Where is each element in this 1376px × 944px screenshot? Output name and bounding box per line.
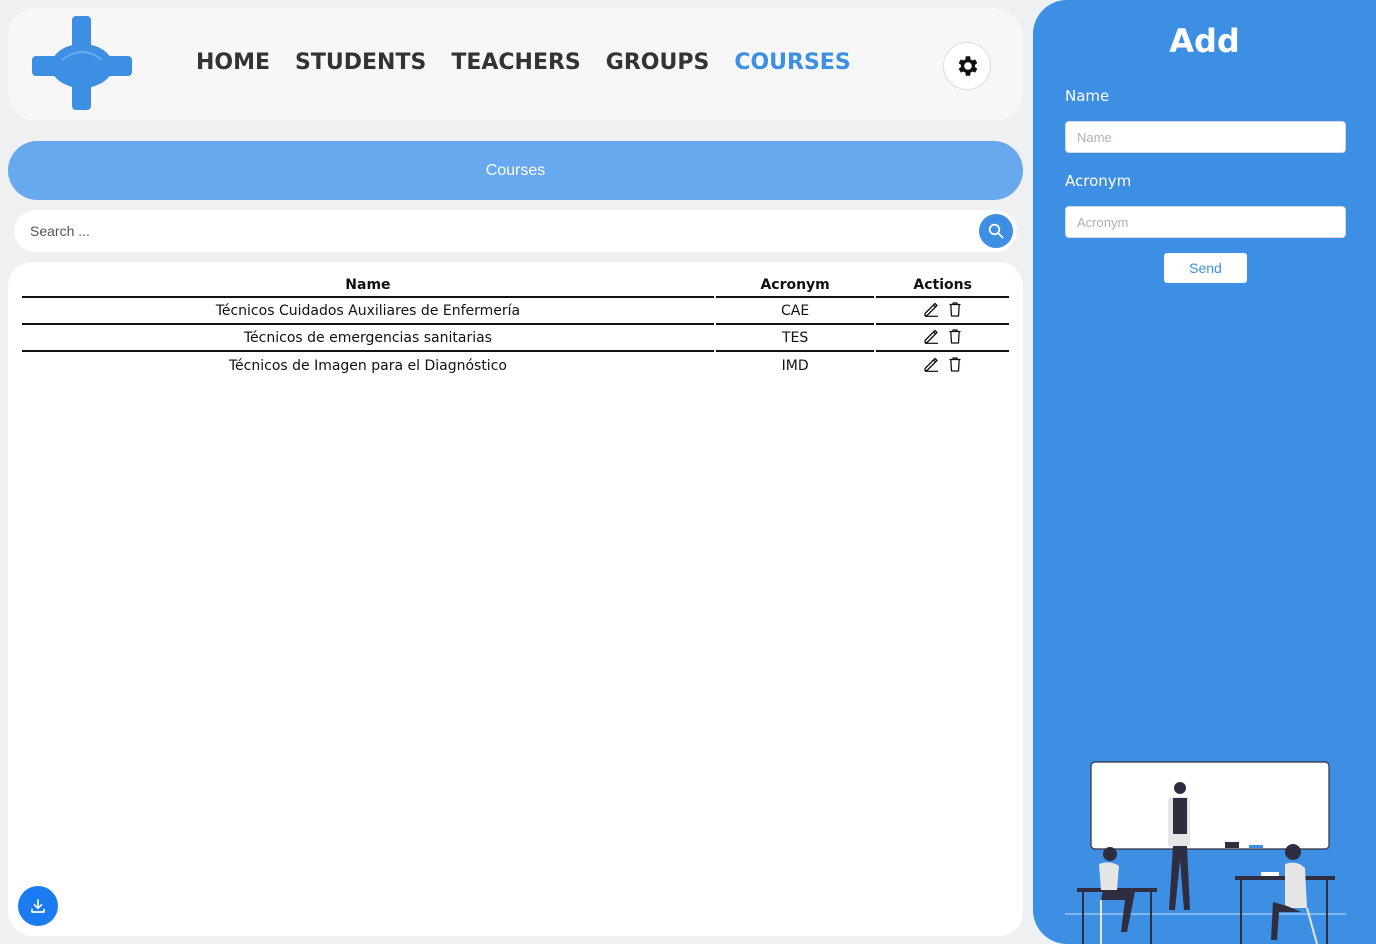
- table-row: Técnicos Cuidados Auxiliares de Enfermer…: [22, 298, 1009, 325]
- cell-acronym: IMD: [781, 357, 809, 374]
- main-area: HOME STUDENTS TEACHERS GROUPS COURSES Co…: [0, 0, 1030, 944]
- cell-name: Técnicos de emergencias sanitarias: [22, 325, 714, 352]
- cell-name: Técnicos de Imagen para el Diagnóstico: [228, 357, 507, 374]
- cell-acronym: CAE: [715, 298, 875, 325]
- search-input[interactable]: [30, 210, 970, 252]
- nav-courses[interactable]: COURSES: [734, 50, 850, 75]
- top-header: HOME STUDENTS TEACHERS GROUPS COURSES: [8, 8, 1023, 121]
- acronym-label: Acronym: [1065, 172, 1132, 190]
- cell-actions: [876, 352, 1009, 379]
- trash-icon[interactable]: [947, 356, 963, 372]
- table-header-row: Name Acronym Actions: [22, 274, 1009, 298]
- pencil-icon[interactable]: [923, 328, 939, 344]
- page-title: Courses: [485, 161, 546, 179]
- name-field[interactable]: [1065, 121, 1346, 153]
- search-bar: [14, 210, 1017, 252]
- classroom-illustration: [1065, 761, 1346, 944]
- header-actions: Actions: [876, 274, 1009, 298]
- nav-groups[interactable]: GROUPS: [606, 50, 710, 75]
- add-course-sidebar: Add Name Acronym Send: [1033, 0, 1376, 944]
- medical-cross-logo[interactable]: [32, 16, 132, 110]
- header-acronym[interactable]: Acronym: [715, 274, 875, 298]
- courses-table-panel: Name Acronym Actions Técnicos Cuidados A…: [8, 262, 1023, 936]
- settings-button[interactable]: [943, 42, 991, 90]
- search-icon: [988, 223, 1004, 239]
- download-button[interactable]: [18, 886, 58, 926]
- name-label: Name: [1065, 87, 1110, 105]
- table-row: Técnicos de Imagen para el Diagnóstico I…: [22, 352, 1009, 379]
- pencil-icon[interactable]: [923, 301, 939, 317]
- pencil-icon[interactable]: [923, 356, 939, 372]
- sidebar-title: Add: [1169, 22, 1240, 60]
- page-banner: Courses: [8, 141, 1023, 200]
- courses-table: Name Acronym Actions Técnicos Cuidados A…: [20, 274, 1011, 379]
- search-button[interactable]: [979, 214, 1013, 248]
- download-icon: [31, 899, 45, 913]
- trash-icon[interactable]: [947, 328, 963, 344]
- nav-teachers[interactable]: TEACHERS: [451, 50, 580, 75]
- table-row: Técnicos de emergencias sanitarias TES: [22, 325, 1009, 352]
- cell-acronym: TES: [715, 325, 875, 352]
- gear-icon: [958, 56, 978, 76]
- nav-home[interactable]: HOME: [196, 50, 270, 75]
- main-nav: HOME STUDENTS TEACHERS GROUPS COURSES: [196, 50, 851, 75]
- cell-actions: [876, 298, 1009, 325]
- trash-icon[interactable]: [947, 301, 963, 317]
- cell-name: Técnicos Cuidados Auxiliares de Enfermer…: [22, 298, 714, 325]
- nav-students[interactable]: STUDENTS: [295, 50, 426, 75]
- cell-actions: [876, 325, 1009, 352]
- header-name[interactable]: Name: [22, 274, 714, 298]
- send-button[interactable]: Send: [1164, 253, 1247, 283]
- acronym-field[interactable]: [1065, 206, 1346, 238]
